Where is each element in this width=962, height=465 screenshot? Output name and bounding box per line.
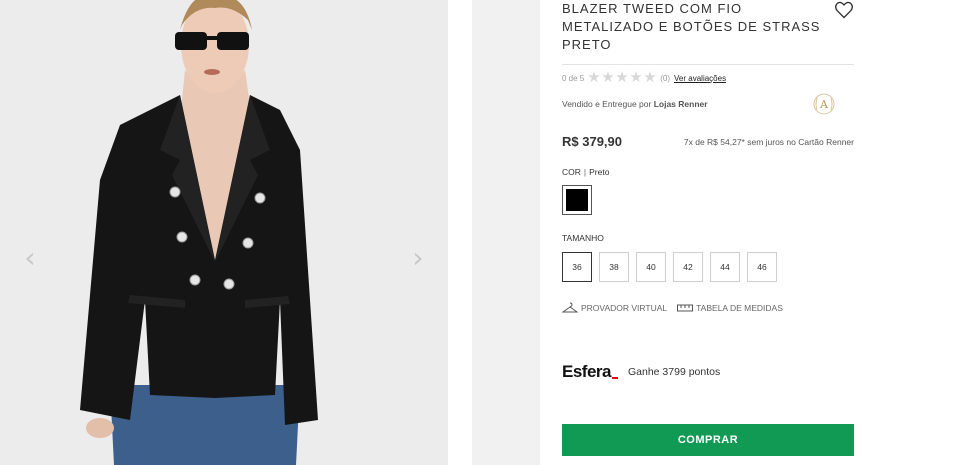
seller-name: Lojas Renner: [653, 99, 708, 109]
product-title: BLAZER TWEED COM FIO METALIZADO E BOTÕES…: [562, 1, 821, 52]
gallery-next-arrow[interactable]: ›: [408, 240, 428, 276]
loyalty-points: Esfera Ganhe 3799 pontos: [562, 362, 720, 382]
loyalty-points-text: Ganhe 3799 pontos: [627, 366, 721, 378]
color-separator: |: [583, 167, 587, 177]
virtual-fitting-link[interactable]: PROVADOR VIRTUAL: [562, 302, 667, 314]
star-icon: ★: [629, 69, 643, 86]
product-tools: PROVADOR VIRTUAL TABELA DE MEDIDAS: [562, 302, 793, 314]
seller-badge-letter: A: [819, 98, 829, 111]
buy-button[interactable]: COMPRAR: [562, 424, 854, 456]
seller-info: Vendido e Entregue por Lojas Renner: [562, 99, 708, 109]
product-photo: [0, 0, 448, 465]
star-icon: ★: [587, 69, 601, 86]
size-selector: 36 38 40 42 44 46: [562, 252, 784, 282]
view-reviews-link[interactable]: Ver avaliações: [674, 74, 726, 83]
secondary-image-panel: [472, 0, 540, 465]
size-option[interactable]: 36: [562, 252, 592, 282]
star-icon: ★: [615, 69, 629, 86]
product-price: R$ 379,90: [562, 134, 622, 149]
divider: [562, 64, 854, 65]
size-option[interactable]: 46: [747, 252, 777, 282]
seller-badge-icon: A: [813, 93, 835, 115]
size-chart-link[interactable]: TABELA DE MEDIDAS: [677, 302, 783, 314]
favorite-button[interactable]: [834, 0, 854, 20]
gallery-prev-arrow[interactable]: ‹: [20, 240, 40, 276]
color-label: COR | Preto: [562, 167, 609, 177]
rating-stars: ★ ★ ★ ★ ★: [587, 69, 657, 86]
heart-icon: [835, 1, 853, 19]
virtual-fitting-label: PROVADOR VIRTUAL: [581, 303, 668, 313]
seller-prefix: Vendido e Entregue por: [562, 99, 652, 109]
color-value: Preto: [589, 167, 610, 177]
size-option[interactable]: 40: [636, 252, 666, 282]
color-label-text: COR: [562, 167, 581, 177]
size-chart-label: TABELA DE MEDIDAS: [696, 303, 783, 313]
product-rating: 0 de 5 ★ ★ ★ ★ ★ (0) Ver avaliações: [562, 70, 726, 86]
size-option[interactable]: 44: [710, 252, 740, 282]
size-option[interactable]: 38: [599, 252, 629, 282]
star-icon: ★: [601, 69, 615, 86]
installments-text: 7x de R$ 54,27* sem juros no Cartão Renn…: [683, 137, 854, 147]
rating-score-text: 0 de 5: [562, 73, 585, 83]
color-swatch-black[interactable]: [562, 185, 592, 215]
size-option[interactable]: 42: [673, 252, 703, 282]
ruler-icon: [677, 304, 694, 312]
product-image-gallery: ‹ ›: [0, 0, 448, 465]
star-icon: ★: [643, 69, 657, 86]
esfera-logo: Esfera: [562, 362, 618, 382]
review-count: (0): [660, 73, 671, 83]
hanger-icon: [562, 302, 578, 313]
size-label: TAMANHO: [562, 233, 604, 243]
